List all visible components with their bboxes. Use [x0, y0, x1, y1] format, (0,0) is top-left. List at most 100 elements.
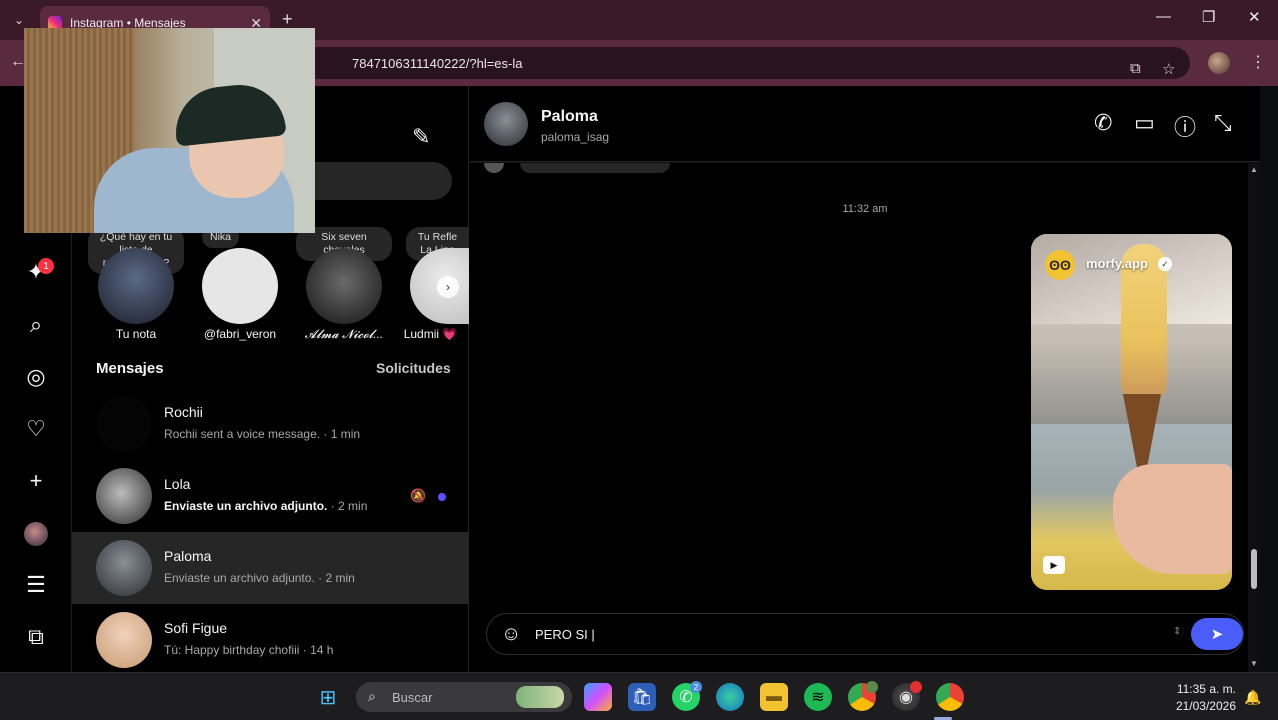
store-icon[interactable]: 🛍	[628, 683, 656, 711]
phone-icon[interactable]: ✆	[1094, 110, 1112, 136]
file-explorer-icon[interactable]: ▬	[760, 683, 788, 711]
copilot-icon[interactable]	[584, 683, 612, 711]
my-note-avatar[interactable]	[98, 248, 174, 324]
browser-profile-avatar[interactable]	[1208, 52, 1230, 74]
search-highlight-image	[516, 686, 564, 708]
conversation-name: Lola	[164, 476, 191, 492]
scroll-down-icon[interactable]: ▼	[1250, 659, 1258, 668]
new-tab-icon[interactable]: +	[282, 9, 293, 30]
send-button[interactable]: ➤	[1191, 618, 1243, 650]
taskbar-search[interactable]: ⌕ Buscar	[356, 682, 572, 712]
story-label: @fabri_veron	[203, 327, 277, 341]
scroll-up-icon[interactable]: ▲	[1250, 165, 1258, 174]
conversation-preview: Tú: Happy birthday chofiii · 14 h	[164, 643, 333, 657]
notification-bell-icon[interactable]: 🔔	[1244, 689, 1261, 706]
scroll-thumb[interactable]	[1251, 549, 1257, 589]
whatsapp-badge: 2	[690, 681, 702, 693]
clock-date[interactable]: 21/03/2026	[1164, 699, 1236, 713]
preview-time: · 2 min	[330, 499, 368, 513]
webcam-overlay	[24, 28, 315, 233]
info-icon[interactable]: ⓘ	[1174, 110, 1196, 142]
create-icon[interactable]: +	[22, 467, 50, 495]
contact-name[interactable]: Paloma	[541, 108, 598, 126]
clock-time[interactable]: 11:35 a. m.	[1168, 682, 1236, 696]
default-avatar[interactable]	[202, 248, 278, 324]
explore-icon[interactable]: ◎	[22, 363, 50, 391]
search-icon: ⌕	[368, 688, 376, 704]
previous-message-bubble	[520, 163, 670, 173]
edge-icon[interactable]	[716, 683, 744, 711]
story-label: Ludmii 💗	[403, 327, 458, 341]
conversation-name: Rochii	[164, 404, 203, 420]
menu-icon[interactable]: ☰	[22, 571, 50, 599]
emoji-icon[interactable]: ☺	[501, 623, 521, 646]
input-spinner-icon: ⇕	[1173, 626, 1182, 637]
apps-icon[interactable]: ⧉	[22, 623, 50, 651]
obs-recording-badge	[910, 681, 922, 693]
inbox-search-input[interactable]	[297, 162, 452, 200]
chrome-icon[interactable]	[936, 683, 964, 711]
message-input[interactable]	[535, 623, 1155, 645]
minimize-icon[interactable]: —	[1156, 8, 1171, 25]
reel-account-logo-icon: ʘʘ	[1045, 250, 1075, 280]
restore-icon[interactable]: ❐	[1202, 8, 1215, 26]
bookmark-star-icon[interactable]: ☆	[1162, 60, 1175, 78]
profile-avatar[interactable]	[24, 522, 48, 546]
install-app-icon[interactable]: ⧉	[1130, 60, 1141, 77]
thread-timestamp: 11:32 am	[842, 203, 888, 215]
conversation-row[interactable]: Sofi Figue Tú: Happy birthday chofiii · …	[72, 604, 469, 676]
conversation-preview: Rochii sent a voice message. · 1 min	[164, 427, 360, 441]
conversation-row[interactable]: Rochii Rochii sent a voice message. · 1 …	[72, 388, 469, 460]
chat-header: Paloma paloma_isag ✆ ▭ ⓘ ⤡	[470, 86, 1260, 162]
messages-heading: Mensajes	[96, 360, 164, 377]
story-label: 𝓐𝓵𝓶𝓪 𝓝𝓲𝓬𝓸𝓵...	[304, 327, 384, 341]
preview-text: Enviaste un archivo adjunto.	[164, 499, 328, 513]
conversation-preview: Enviaste un archivo adjunto. · 2 min	[164, 571, 355, 585]
heart-icon[interactable]: ♡	[22, 415, 50, 443]
conversation-name: Paloma	[164, 548, 212, 564]
browser-menu-icon[interactable]: ⋮	[1250, 52, 1266, 72]
previous-sender-avatar	[484, 163, 504, 173]
message-thread: 11:32 am ʘʘ morfy.app ✓ ▶	[470, 163, 1260, 675]
chrome-profile-badge	[866, 681, 878, 693]
chat-panel: Paloma paloma_isag ✆ ▭ ⓘ ⤡ 11:32 am ʘʘ m…	[470, 86, 1278, 675]
conversation-row-active[interactable]: Paloma Enviaste un archivo adjunto. · 2 …	[72, 532, 469, 604]
thread-scrollbar[interactable]: ▲ ▼	[1248, 163, 1260, 673]
avatar	[96, 468, 152, 524]
notification-badge: 1	[38, 258, 54, 274]
preview-text: Tú: Happy birthday chofiii	[164, 643, 300, 657]
chevron-right-icon[interactable]: ›	[437, 276, 459, 298]
search-icon[interactable]: ⌕	[22, 311, 50, 339]
url-text: 7847106311140222/?hl=es-la	[352, 56, 523, 71]
conversation-row[interactable]: Lola Enviaste un archivo adjunto. · 2 mi…	[72, 460, 469, 532]
requests-link[interactable]: Solicitudes	[376, 360, 451, 376]
story-avatar[interactable]	[306, 248, 382, 324]
taskbar-search-placeholder: Buscar	[392, 690, 433, 705]
contact-avatar[interactable]	[484, 102, 528, 146]
windows-start-icon[interactable]: ⊞	[314, 683, 342, 711]
compose-icon[interactable]: ✎	[412, 124, 430, 150]
preview-text: Rochii sent a voice message.	[164, 427, 321, 441]
conversation-name: Sofi Figue	[164, 620, 228, 636]
message-composer: ☺ ⇕ ➤	[486, 613, 1244, 655]
reel-hand	[1113, 464, 1232, 574]
avatar	[96, 396, 152, 452]
window-close-icon[interactable]: ✕	[1248, 8, 1261, 26]
preview-time: · 2 min	[318, 571, 355, 585]
spotify-icon[interactable]: ≋	[804, 683, 832, 711]
collapse-icon[interactable]: ⤡	[1214, 110, 1232, 136]
reel-play-icon[interactable]: ▶	[1043, 556, 1065, 574]
video-call-icon[interactable]: ▭	[1134, 110, 1155, 136]
preview-time: · 14 h	[302, 643, 334, 657]
windows-taskbar: ⊞ ⌕ Buscar 🛍 ✆ 2 ▬ ≋ ◉ 11:35 a. m. 21/03…	[0, 672, 1278, 720]
contact-username: paloma_isag	[541, 130, 610, 144]
verified-badge-icon: ✓	[1158, 257, 1172, 271]
story-label: Tu nota	[115, 327, 157, 341]
unread-dot	[438, 493, 446, 501]
avatar	[96, 612, 152, 668]
reel-account-name[interactable]: morfy.app	[1086, 256, 1148, 271]
avatar	[96, 540, 152, 596]
shared-reel[interactable]: ʘʘ morfy.app ✓ ▶	[1031, 234, 1232, 590]
preview-time: · 1 min	[323, 427, 361, 441]
conversation-preview: Enviaste un archivo adjunto. · 2 min	[164, 499, 367, 513]
